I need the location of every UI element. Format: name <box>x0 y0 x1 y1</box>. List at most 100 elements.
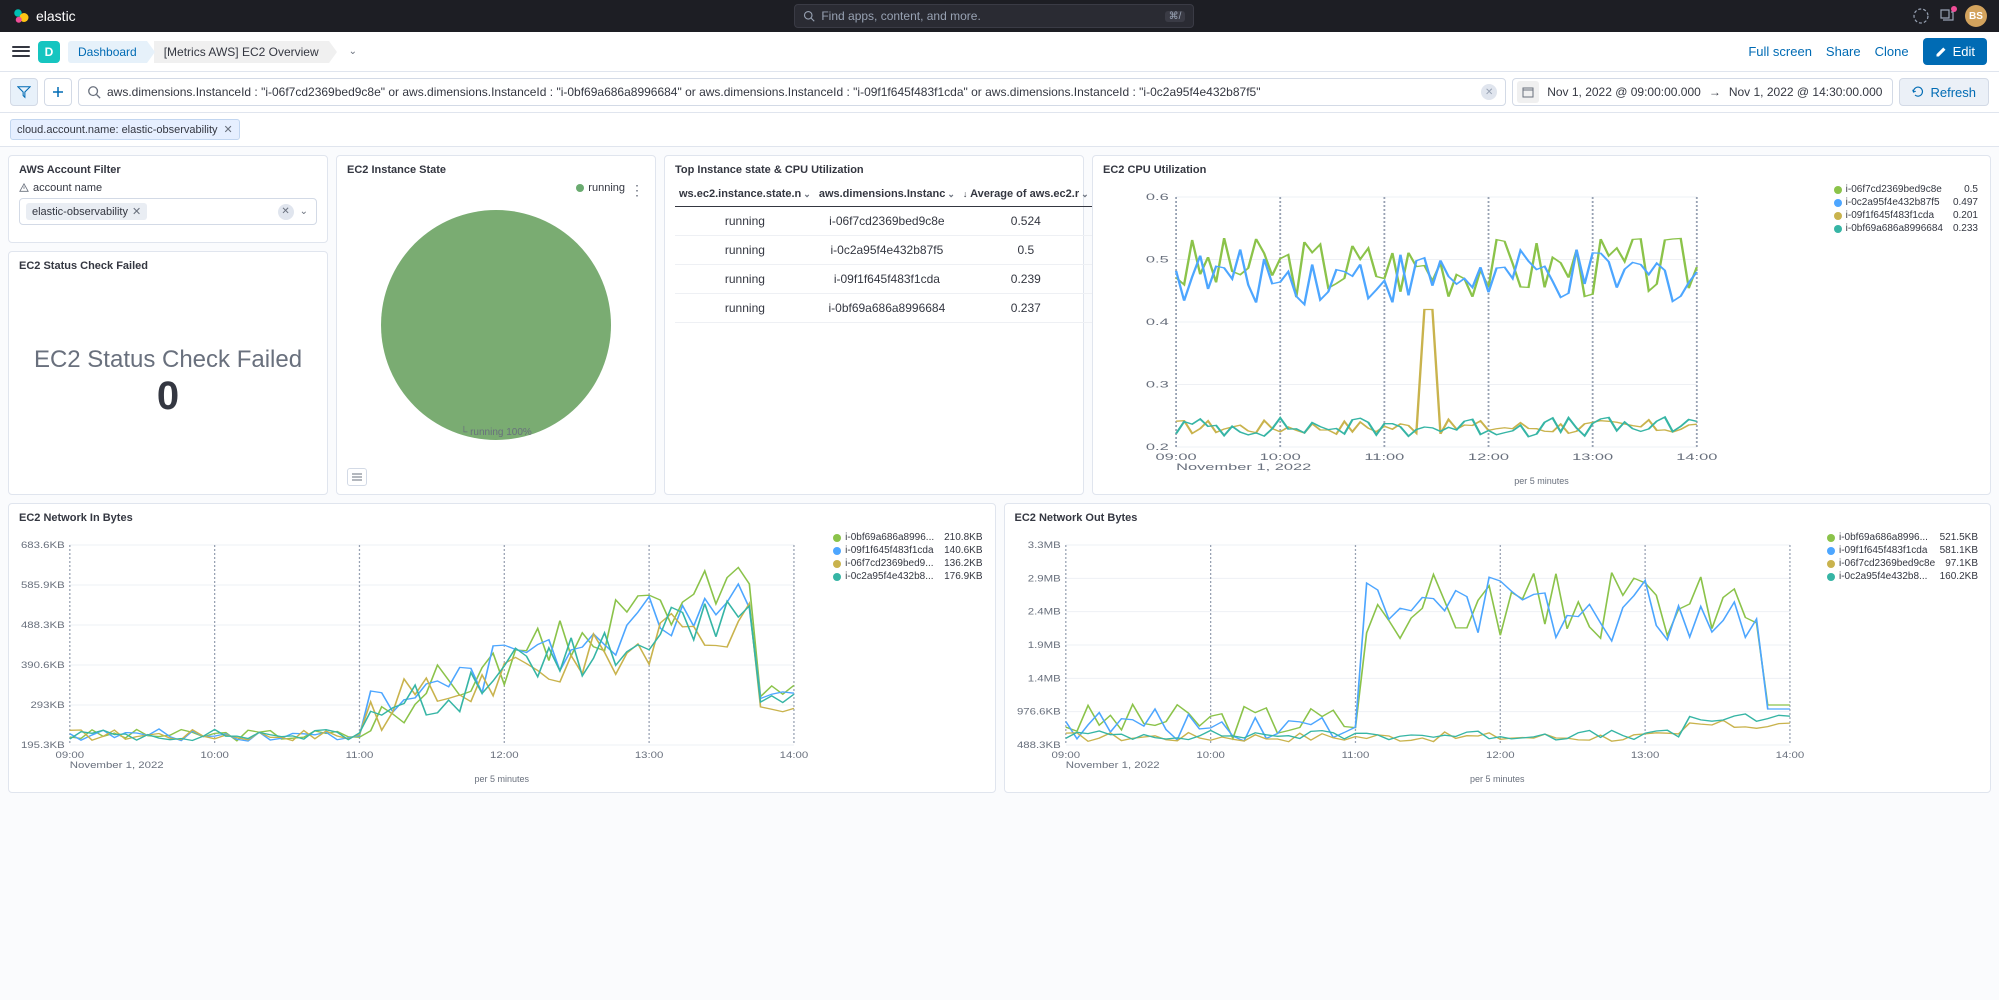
edit-label: Edit <box>1953 44 1975 59</box>
legend-item[interactable]: i-06f7cd2369bed9...136.2KB <box>833 558 982 569</box>
legend-item[interactable]: i-0c2a95f4e432b8...160.2KB <box>1827 571 1978 582</box>
breadcrumb-dashboard[interactable]: Dashboard <box>68 41 147 63</box>
panel-title: EC2 Network In Bytes <box>19 512 985 524</box>
svg-text:09:00: 09:00 <box>1051 751 1080 761</box>
legend-item[interactable]: i-0bf69a686a8996...210.8KB <box>833 532 982 543</box>
query-clear-button[interactable]: ✕ <box>1481 84 1497 100</box>
combo-clear-button[interactable]: ✕ <box>278 204 294 220</box>
svg-text:0.6: 0.6 <box>1146 192 1169 202</box>
info-icon <box>19 183 29 193</box>
legend-item[interactable]: i-0bf69a686a89966840.233 <box>1834 223 1978 234</box>
filter-pill-cloud-account[interactable]: cloud.account.name: elastic-observabilit… <box>10 119 240 140</box>
date-to: Nov 1, 2022 @ 14:30:00.000 <box>1729 85 1883 99</box>
date-from: Nov 1, 2022 @ 09:00:00.000 <box>1547 85 1701 99</box>
global-topbar: elastic Find apps, content, and more. ⌘/… <box>0 0 1999 32</box>
fullscreen-link[interactable]: Full screen <box>1748 44 1812 59</box>
pill-remove-icon[interactable]: ✕ <box>224 123 233 136</box>
svg-text:12:00: 12:00 <box>1486 751 1515 761</box>
app-subbar: D Dashboard [Metrics AWS] EC2 Overview ⌄… <box>0 32 1999 72</box>
newsfeed-icon[interactable] <box>1939 8 1955 24</box>
legend-item[interactable]: i-06f7cd2369bed9c8e97.1KB <box>1827 558 1978 569</box>
panel-aws-account-filter: AWS Account Filter account name elastic-… <box>8 155 328 243</box>
nav-menu-icon[interactable] <box>12 43 30 61</box>
table-header-state[interactable]: ws.ec2.instance.state.n⌄ <box>675 182 815 207</box>
svg-text:10:00: 10:00 <box>1260 452 1301 462</box>
filter-pills-row: cloud.account.name: elastic-observabilit… <box>0 113 1999 147</box>
svg-text:13:00: 13:00 <box>635 751 664 761</box>
x-axis-label: per 5 minutes <box>1103 476 1980 486</box>
help-icon[interactable] <box>1913 8 1929 24</box>
netin-chart: i-0bf69a686a8996...210.8KB i-09f1f645f483… <box>19 530 985 772</box>
panel-top-instance-cpu: Top Instance state & CPU Utilization ws.… <box>664 155 1084 495</box>
x-axis-label: per 5 minutes <box>1015 774 1981 784</box>
refresh-label: Refresh <box>1930 85 1976 100</box>
svg-text:390.6KB: 390.6KB <box>21 661 65 671</box>
legend-item[interactable]: i-0bf69a686a8996...521.5KB <box>1827 532 1978 543</box>
pie-sublabel: └ running 100% <box>460 427 532 438</box>
legend-item[interactable]: i-09f1f645f483f1cda140.6KB <box>833 545 982 556</box>
svg-text:12:00: 12:00 <box>1468 452 1509 462</box>
svg-text:13:00: 13:00 <box>1630 751 1659 761</box>
table-header-instance[interactable]: aws.dimensions.Instanc⌄ <box>815 182 959 207</box>
notification-dot <box>1951 6 1957 12</box>
svg-text:November 1, 2022: November 1, 2022 <box>1065 761 1159 770</box>
legend-item[interactable]: i-09f1f645f483f1cda0.201 <box>1834 210 1978 221</box>
breadcrumb-more-icon[interactable]: ⌄ <box>349 46 357 57</box>
netout-legend: i-0bf69a686a8996...521.5KB i-09f1f645f483… <box>1827 532 1978 584</box>
svg-text:195.3KB: 195.3KB <box>21 741 65 751</box>
account-name-combo[interactable]: elastic-observability ✕ ✕ ⌄ <box>19 198 317 225</box>
legend-item[interactable]: i-09f1f645f483f1cda581.1KB <box>1827 545 1978 556</box>
user-avatar[interactable]: BS <box>1965 5 1987 27</box>
search-kbd-hint: ⌘/ <box>1165 11 1186 22</box>
legend-toggle-button[interactable] <box>347 468 367 486</box>
svg-text:0.5: 0.5 <box>1146 254 1169 264</box>
svg-text:14:00: 14:00 <box>1775 751 1804 761</box>
elastic-logo-icon <box>12 7 30 25</box>
field-label-account-name: account name <box>19 182 317 194</box>
chevron-down-icon[interactable]: ⌄ <box>298 206 310 217</box>
legend-item[interactable]: i-0c2a95f4e432b8...176.9KB <box>833 571 982 582</box>
svg-text:0.2: 0.2 <box>1146 442 1169 452</box>
table-header-avg[interactable]: ↓ Average of aws.ec2.r⌄ <box>959 182 1093 207</box>
svg-text:683.6KB: 683.6KB <box>21 541 65 551</box>
share-link[interactable]: Share <box>1826 44 1861 59</box>
add-filter-button[interactable] <box>44 78 72 106</box>
combo-pill-remove[interactable]: ✕ <box>132 205 141 218</box>
svg-text:1.9MB: 1.9MB <box>1027 641 1060 651</box>
refresh-button[interactable]: Refresh <box>1899 78 1989 106</box>
breadcrumb-current: [Metrics AWS] EC2 Overview <box>154 41 329 63</box>
svg-text:976.6KB: 976.6KB <box>1016 708 1060 718</box>
global-search-input[interactable]: Find apps, content, and more. ⌘/ <box>794 4 1194 28</box>
query-input[interactable]: aws.dimensions.InstanceId : "i-06f7cd236… <box>78 78 1506 106</box>
legend-item[interactable]: i-06f7cd2369bed9c8e0.5 <box>1834 184 1978 195</box>
time-range-picker[interactable]: Nov 1, 2022 @ 09:00:00.000 → Nov 1, 2022… <box>1512 78 1893 106</box>
query-text: aws.dimensions.InstanceId : "i-06f7cd236… <box>107 82 1475 102</box>
svg-text:10:00: 10:00 <box>200 751 229 761</box>
table-row[interactable]: runningi-0c2a95f4e432b87f50.5 <box>675 236 1093 265</box>
table-row[interactable]: runningi-09f1f645f483f1cda0.239 <box>675 265 1093 294</box>
pie-legend-item[interactable]: running <box>576 182 625 194</box>
filter-options-button[interactable] <box>10 78 38 106</box>
netout-chart: i-0bf69a686a8996...521.5KB i-09f1f645f483… <box>1015 530 1981 772</box>
clone-link[interactable]: Clone <box>1875 44 1909 59</box>
svg-text:0.3: 0.3 <box>1146 379 1169 389</box>
table-row[interactable]: runningi-06f7cd2369bed9c8e0.524 <box>675 207 1093 236</box>
logo-text: elastic <box>36 8 76 24</box>
panel-network-out: EC2 Network Out Bytes i-0bf69a686a8996..… <box>1004 503 1992 793</box>
svg-text:13:00: 13:00 <box>1572 452 1613 462</box>
legend-item[interactable]: i-0c2a95f4e432b87f50.497 <box>1834 197 1978 208</box>
edit-button[interactable]: Edit <box>1923 38 1987 65</box>
panel-network-in: EC2 Network In Bytes i-0bf69a686a8996...… <box>8 503 996 793</box>
svg-text:293KB: 293KB <box>30 701 64 711</box>
svg-text:1.4MB: 1.4MB <box>1027 674 1060 684</box>
elastic-logo[interactable]: elastic <box>12 7 76 25</box>
search-placeholder: Find apps, content, and more. <box>821 9 980 23</box>
search-icon <box>87 85 101 99</box>
x-axis-label: per 5 minutes <box>19 774 985 784</box>
svg-text:11:00: 11:00 <box>1364 452 1404 462</box>
table-row[interactable]: runningi-0bf69a686a89966840.237 <box>675 294 1093 323</box>
svg-text:11:00: 11:00 <box>346 751 374 761</box>
panel-options-icon[interactable]: ⋮ <box>630 182 643 199</box>
space-selector[interactable]: D <box>38 41 60 63</box>
svg-text:09:00: 09:00 <box>1156 452 1197 462</box>
